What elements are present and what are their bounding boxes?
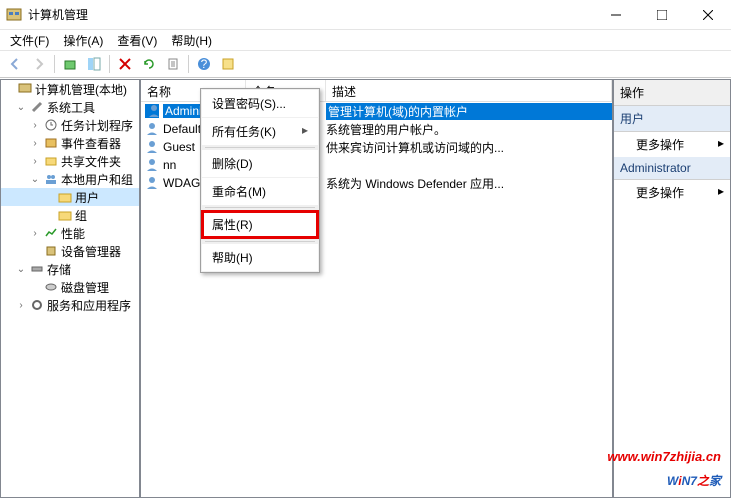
tree-local-users-groups[interactable]: ⌄本地用户和组	[1, 170, 139, 188]
perf-icon	[43, 225, 59, 241]
tree-device-manager[interactable]: 设备管理器	[1, 242, 139, 260]
device-icon	[43, 243, 59, 259]
tools-icon	[29, 99, 45, 115]
folder-icon	[57, 207, 73, 223]
watermark-url: www.win7zhijia.cn	[607, 449, 721, 464]
user-icon	[145, 122, 159, 136]
tree-system-tools[interactable]: ⌄系统工具	[1, 98, 139, 116]
user-icon	[145, 176, 159, 190]
cm-help[interactable]: 帮助(H)	[202, 244, 318, 271]
menu-file[interactable]: 文件(F)	[4, 30, 55, 51]
col-desc[interactable]: 描述	[326, 80, 612, 101]
menu-help[interactable]: 帮助(H)	[165, 30, 218, 51]
menu-view[interactable]: 查看(V)	[111, 30, 163, 51]
menubar: 文件(F) 操作(A) 查看(V) 帮助(H)	[0, 30, 731, 50]
cm-separator	[205, 207, 315, 208]
tree-services-apps[interactable]: ›服务和应用程序	[1, 296, 139, 314]
forward-button[interactable]	[28, 53, 50, 75]
cm-rename[interactable]: 重命名(M)	[202, 178, 318, 205]
user-icon	[145, 140, 159, 154]
back-button[interactable]	[4, 53, 26, 75]
refresh-button[interactable]	[138, 53, 160, 75]
tree-shared-folders[interactable]: ›共享文件夹	[1, 152, 139, 170]
window-title: 计算机管理	[28, 6, 593, 23]
maximize-button[interactable]	[639, 0, 685, 30]
watermark: www.win7zhijia.cn WiN7之家	[607, 449, 721, 492]
clock-icon	[43, 117, 59, 133]
tree-groups[interactable]: 组	[1, 206, 139, 224]
users-icon	[43, 171, 59, 187]
tree-users[interactable]: 用户	[1, 188, 139, 206]
cm-all-tasks[interactable]: 所有任务(K)	[202, 118, 318, 145]
cm-delete[interactable]: 删除(D)	[202, 150, 318, 177]
services-icon	[29, 297, 45, 313]
cm-separator	[205, 147, 315, 148]
properties-button[interactable]	[217, 53, 239, 75]
up-button[interactable]	[59, 53, 81, 75]
watermark-logo: WiN7之家	[607, 464, 721, 492]
actions-more-1[interactable]: 更多操作 ▸	[614, 132, 730, 157]
toolbar: ?	[0, 50, 731, 78]
tree-task-scheduler[interactable]: ›任务计划程序	[1, 116, 139, 134]
storage-icon	[29, 261, 45, 277]
close-button[interactable]	[685, 0, 731, 30]
cm-properties[interactable]: 属性(R)	[201, 210, 319, 239]
tree-disk-management[interactable]: 磁盘管理	[1, 278, 139, 296]
tree-event-viewer[interactable]: ›事件查看器	[1, 134, 139, 152]
minimize-button[interactable]	[593, 0, 639, 30]
tree-performance[interactable]: ›性能	[1, 224, 139, 242]
cm-separator	[205, 241, 315, 242]
user-icon	[145, 158, 159, 172]
delete-button[interactable]	[114, 53, 136, 75]
context-menu: 设置密码(S)... 所有任务(K) 删除(D) 重命名(M) 属性(R) 帮助…	[200, 88, 320, 273]
event-icon	[43, 135, 59, 151]
menu-action[interactable]: 操作(A)	[57, 30, 109, 51]
titlebar: 计算机管理	[0, 0, 731, 30]
show-hide-button[interactable]	[83, 53, 105, 75]
tree-pane: 计算机管理(本地) ⌄系统工具 ›任务计划程序 ›事件查看器 ›共享文件夹 ⌄本…	[0, 79, 140, 498]
tree-root[interactable]: 计算机管理(本地)	[1, 80, 139, 98]
cm-set-password[interactable]: 设置密码(S)...	[202, 90, 318, 117]
tree-storage[interactable]: ⌄存储	[1, 260, 139, 278]
actions-more-2[interactable]: 更多操作 ▸	[614, 180, 730, 205]
export-button[interactable]	[162, 53, 184, 75]
user-icon	[145, 104, 159, 118]
folder-icon	[57, 189, 73, 205]
help-button[interactable]: ?	[193, 53, 215, 75]
disk-icon	[43, 279, 59, 295]
computer-icon	[17, 81, 33, 97]
actions-section-users: 用户	[614, 106, 730, 132]
share-icon	[43, 153, 59, 169]
svg-text:?: ?	[201, 57, 208, 71]
actions-section-admin: Administrator	[614, 157, 730, 180]
actions-pane: 操作 用户 更多操作 ▸ Administrator 更多操作 ▸	[613, 79, 731, 498]
actions-header: 操作	[614, 80, 730, 106]
app-icon	[6, 7, 22, 23]
